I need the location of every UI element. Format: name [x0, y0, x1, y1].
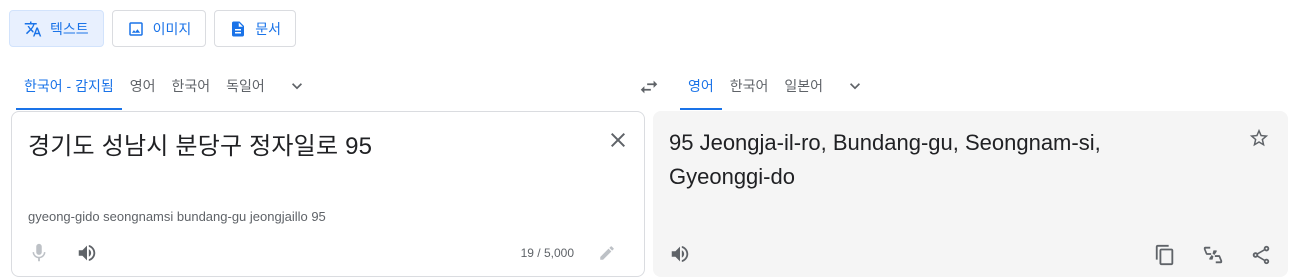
text-mode-label: 텍스트 — [50, 20, 89, 37]
chevron-down-icon — [850, 83, 861, 90]
copy-translation-button[interactable] — [1154, 244, 1176, 266]
character-count: 19 / 5,000 — [520, 246, 574, 260]
star-icon — [1249, 128, 1269, 147]
swap-arrows-icon — [640, 80, 658, 94]
speaker-icon — [671, 245, 689, 263]
pencil-icon — [600, 246, 614, 260]
clear-icon — [611, 133, 625, 147]
rate-translation-button[interactable] — [1202, 244, 1224, 266]
translation-output-panel: 95 Jeongja-il-ro, Bundang-gu, Seongnam-s… — [653, 111, 1288, 277]
source-tab-korean[interactable]: 한국어 — [164, 62, 219, 110]
microphone-icon — [32, 243, 46, 262]
save-translation-button[interactable] — [1248, 127, 1272, 151]
chevron-down-icon — [291, 83, 302, 90]
mode-selector: 텍스트 이미지 문서 — [9, 10, 297, 47]
source-listen-button[interactable] — [76, 242, 98, 264]
clear-source-button[interactable] — [606, 128, 630, 152]
source-tab-label: 한국어 - 감지됨 — [24, 78, 114, 94]
image-icon — [128, 21, 143, 36]
target-tab-english[interactable]: 영어 — [680, 62, 722, 110]
source-language-tabs: 한국어 - 감지됨 영어 한국어 독일어 — [16, 62, 321, 110]
target-language-tabs: 영어 한국어 일본어 — [680, 62, 879, 110]
source-text-panel[interactable]: 경기도 성남시 분당구 정자일로 95 gyeong-gido seongnam… — [11, 111, 645, 277]
translate-icon — [24, 21, 42, 36]
source-tab-label: 독일어 — [226, 78, 265, 94]
document-mode-label: 문서 — [255, 20, 282, 37]
image-mode-button[interactable]: 이미지 — [111, 10, 207, 47]
text-mode-button[interactable]: 텍스트 — [9, 10, 104, 47]
share-translation-button[interactable] — [1250, 244, 1272, 266]
document-mode-button[interactable]: 문서 — [214, 10, 297, 47]
swap-languages-button[interactable] — [636, 74, 662, 100]
target-tab-japanese[interactable]: 일본어 — [776, 62, 831, 110]
image-mode-label: 이미지 — [152, 20, 192, 37]
source-tab-label: 한국어 — [171, 78, 211, 94]
source-text-input[interactable]: 경기도 성남시 분당구 정자일로 95 — [28, 126, 372, 161]
translated-text: 95 Jeongja-il-ro, Bundang-gu, Seongnam-s… — [669, 130, 1101, 189]
target-more-languages-button[interactable] — [831, 62, 879, 110]
speaker-icon — [78, 244, 96, 262]
source-tab-detected[interactable]: 한국어 - 감지됨 — [16, 62, 122, 110]
source-romanization: gyeong-gido seongnamsi bundang-gu jeongj… — [28, 209, 326, 224]
handwriting-button[interactable] — [598, 244, 618, 264]
target-listen-button[interactable] — [669, 243, 691, 265]
source-tools — [28, 242, 98, 264]
feedback-icon — [1203, 246, 1223, 264]
copy-icon — [1155, 244, 1174, 266]
source-tab-label: 영어 — [129, 78, 156, 94]
target-tab-label: 한국어 — [729, 78, 769, 94]
source-tab-english[interactable]: 영어 — [122, 62, 164, 110]
voice-input-button[interactable] — [28, 242, 50, 264]
document-icon — [232, 21, 245, 36]
translation-tools — [1154, 244, 1272, 266]
target-tab-korean[interactable]: 한국어 — [722, 62, 777, 110]
source-tab-german[interactable]: 독일어 — [218, 62, 273, 110]
share-icon — [1252, 245, 1270, 265]
source-more-languages-button[interactable] — [273, 62, 321, 110]
target-tab-label: 영어 — [688, 78, 714, 94]
target-tab-label: 일본어 — [784, 78, 824, 94]
